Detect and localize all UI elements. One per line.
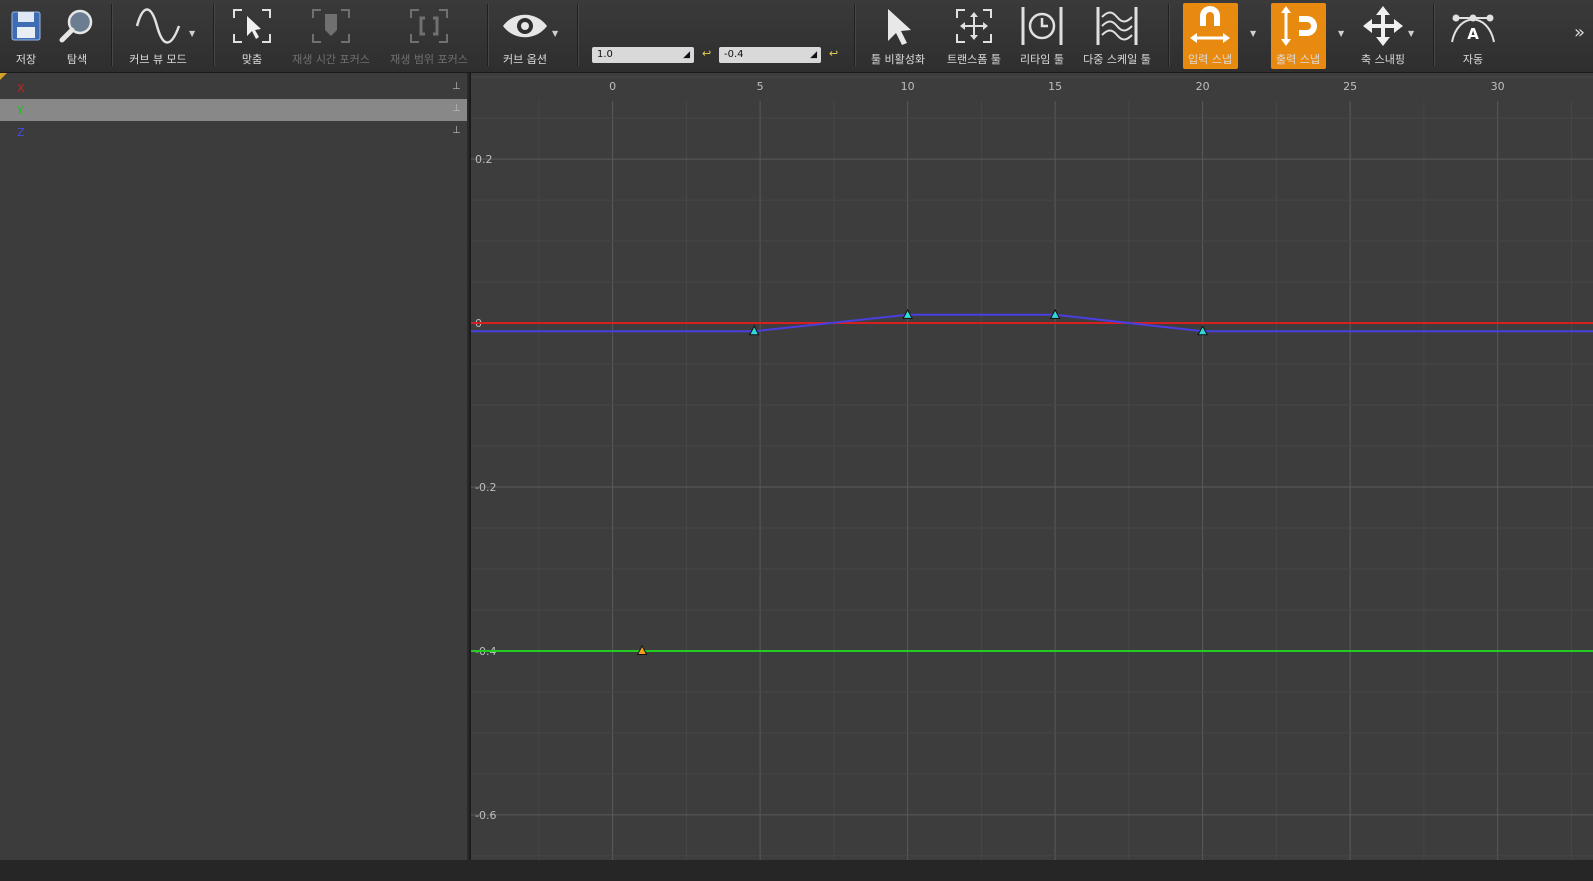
tool-disable-label: 툴 비활성화: [870, 53, 926, 66]
x-tick-label: 20: [1196, 80, 1210, 93]
reset-icon[interactable]: ↩: [702, 47, 711, 60]
pin-icon[interactable]: ⊥: [452, 103, 461, 114]
input-snap-button[interactable]: 입력 스냅: [1181, 0, 1239, 70]
value-field-2[interactable]: -0.4 ◢: [719, 47, 821, 63]
browse-label: 탐색: [66, 53, 88, 66]
y-tick-label: -0.2: [475, 481, 496, 494]
clock-icon: [1019, 0, 1065, 52]
toolbar: 저장 탐색 커브 뷰 모드 ▼ 맞춤 재생 시간 포커스 재생 범위 포커스 커…: [0, 0, 1593, 73]
fit-cursor-icon: [230, 0, 274, 52]
fit-label: 맞춤: [241, 53, 263, 66]
x-tick-label: 0: [609, 80, 616, 93]
transform-tool-button[interactable]: 트랜스폼 툴: [941, 0, 1007, 70]
separator: [1168, 4, 1169, 66]
x-tick-label: 30: [1491, 80, 1505, 93]
curve-view-mode-label: 커브 뷰 모드: [129, 53, 187, 66]
playback-range-focus-button[interactable]: 재생 범위 포커스: [385, 0, 473, 70]
curve-chart[interactable]: 0 5 10 15 20 25 300.20-0.2-0.4-0.6: [471, 73, 1593, 860]
axis-snapping-button[interactable]: 축 스내핑: [1352, 0, 1414, 70]
save-label: 저장: [15, 53, 37, 66]
chevron-down-icon[interactable]: ▼: [552, 29, 558, 38]
curve-view-mode-button[interactable]: 커브 뷰 모드: [118, 0, 198, 70]
output-snap-label: 출력 스냅: [1276, 53, 1320, 66]
tree-item-x[interactable]: X ⊥: [0, 77, 467, 99]
tool-disable-button[interactable]: 툴 비활성화: [866, 0, 930, 70]
chevron-down-icon[interactable]: ▼: [1408, 29, 1414, 38]
magnet-vertical-icon: [1275, 0, 1321, 52]
auto-tangent-icon: A: [1448, 0, 1498, 52]
pin-icon[interactable]: ⊥: [452, 81, 461, 92]
eye-icon: [500, 0, 550, 52]
panel-corner-marker: [0, 73, 7, 80]
transform-icon: [953, 0, 995, 52]
multi-scale-tool-label: 다중 스케일 툴: [1083, 53, 1151, 66]
input-snap-label: 입력 스냅: [1188, 53, 1232, 66]
separator: [577, 4, 578, 66]
value-field-2-text: -0.4: [724, 49, 744, 60]
tree-item-label: Z: [17, 126, 25, 139]
pin-icon[interactable]: ⊥: [452, 125, 461, 136]
playback-time-focus-button[interactable]: 재생 시간 포커스: [287, 0, 375, 70]
separator: [487, 4, 488, 66]
tree-item-y[interactable]: Y ⊥: [0, 99, 467, 121]
move-axes-icon: [1361, 0, 1405, 52]
auto-tangent-button[interactable]: A 자동: [1446, 0, 1500, 70]
x-tick-label: 10: [901, 80, 915, 93]
tree-item-label: Y: [17, 104, 24, 117]
sine-wave-icon: [133, 0, 183, 52]
curve-graph[interactable]: 0 5 10 15 20 25 30 0.2 0 -0.2 -0.4 -0.6: [469, 73, 1593, 860]
separator: [1433, 4, 1434, 66]
retime-tool-label: 리타임 툴: [1020, 53, 1064, 66]
separator: [213, 4, 214, 66]
tree-item-z[interactable]: Z ⊥: [0, 121, 467, 143]
output-snap-button[interactable]: 출력 스냅: [1269, 0, 1327, 70]
reset-icon[interactable]: ↩: [829, 47, 838, 60]
curve-options-label: 커브 옵션: [503, 53, 547, 66]
range-focus-icon: [407, 0, 451, 52]
curve-tree-panel: X ⊥ Y ⊥ Z ⊥: [0, 73, 467, 881]
separator: [111, 4, 112, 66]
chevron-down-icon[interactable]: ▼: [189, 29, 195, 38]
multi-scale-tool-button[interactable]: 다중 스케일 툴: [1079, 0, 1155, 70]
expand-arrow-icon: ◢: [810, 50, 817, 60]
bottom-bar: [0, 860, 1593, 881]
tree-item-label: X: [17, 82, 25, 95]
separator: [854, 4, 855, 66]
value-field-1[interactable]: 1.0 ◢: [592, 47, 694, 63]
svg-text:A: A: [1467, 25, 1479, 43]
x-tick-label: 5: [757, 80, 764, 93]
magnet-horizontal-icon: [1187, 0, 1233, 52]
playback-time-focus-label: 재생 시간 포커스: [292, 53, 370, 66]
x-tick-label: 25: [1343, 80, 1357, 93]
auto-label: 자동: [1462, 53, 1484, 66]
playback-range-focus-label: 재생 범위 포커스: [390, 53, 468, 66]
multi-wave-icon: [1094, 0, 1140, 52]
chevron-down-icon[interactable]: ▼: [1250, 29, 1256, 38]
time-focus-icon: [309, 0, 353, 52]
value-field-1-text: 1.0: [597, 49, 613, 60]
browse-button[interactable]: 탐색: [55, 0, 99, 70]
x-tick-label: 15: [1048, 80, 1062, 93]
save-icon: [9, 0, 43, 52]
expand-arrow-icon: ◢: [683, 50, 690, 60]
magnifier-icon: [57, 0, 97, 52]
y-tick-label: 0.2: [475, 153, 493, 166]
fit-button[interactable]: 맞춤: [228, 0, 276, 70]
overflow-chevron-icon[interactable]: »: [1574, 22, 1585, 43]
chevron-down-icon[interactable]: ▼: [1338, 29, 1344, 38]
retime-tool-button[interactable]: 리타임 툴: [1016, 0, 1068, 70]
axis-snapping-label: 축 스내핑: [1361, 53, 1405, 66]
save-button[interactable]: 저장: [6, 0, 46, 70]
y-tick-label: -0.6: [475, 809, 496, 822]
cursor-arrow-icon: [880, 0, 916, 52]
transform-tool-label: 트랜스폼 툴: [946, 53, 1002, 66]
curve-options-button[interactable]: 커브 옵션: [497, 0, 553, 70]
